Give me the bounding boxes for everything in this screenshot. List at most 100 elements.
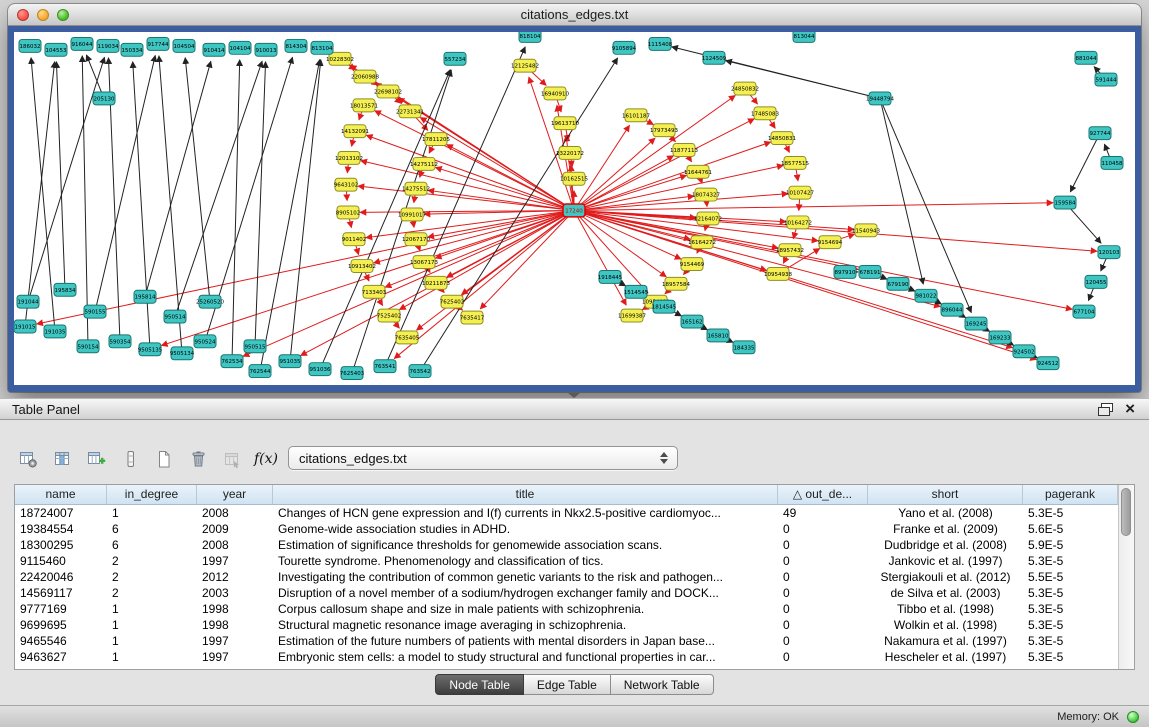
- graph-edge[interactable]: [185, 58, 210, 302]
- close-button[interactable]: [17, 9, 29, 21]
- graph-node[interactable]: 927744: [1089, 127, 1111, 140]
- table-row[interactable]: 911546021997Tourette syndrome. Phenomeno…: [15, 553, 1118, 569]
- graph-node[interactable]: 14850831: [768, 132, 796, 145]
- memory-status-icon[interactable]: [1127, 711, 1139, 723]
- graph-node[interactable]: 12164072: [694, 212, 722, 225]
- table-row[interactable]: 1938455462009Genome-wide association stu…: [15, 521, 1118, 537]
- graph-node[interactable]: 10162515: [560, 172, 588, 185]
- graph-node[interactable]: 18957432: [776, 244, 804, 257]
- graph-node[interactable]: 7625403: [340, 367, 365, 380]
- graph-node[interactable]: 120455: [1085, 275, 1107, 288]
- graph-node[interactable]: 17811205: [422, 133, 450, 146]
- graph-node[interactable]: 14275512: [402, 182, 430, 195]
- graph-edge[interactable]: [385, 47, 525, 366]
- graph-node[interactable]: 104104: [229, 41, 251, 54]
- graph-node[interactable]: 813104: [311, 41, 333, 54]
- graph-node[interactable]: 18074327: [692, 188, 720, 201]
- graph-node[interactable]: 916044: [71, 37, 93, 50]
- graph-node[interactable]: 1918445: [598, 270, 622, 283]
- close-icon[interactable]: ×: [1125, 402, 1135, 416]
- graph-node[interactable]: 881044: [1075, 51, 1097, 64]
- graph-node[interactable]: 24850832: [731, 82, 759, 95]
- graph-node[interactable]: 12125482: [511, 59, 539, 72]
- graph-node[interactable]: 104553: [45, 43, 67, 56]
- column-header-out_degree[interactable]: △ out_de...: [778, 485, 868, 504]
- graph-hub-node[interactable]: 17240: [563, 204, 585, 217]
- graph-node[interactable]: 910414: [203, 43, 225, 56]
- graph-node[interactable]: 591444: [1095, 73, 1117, 86]
- graph-edge[interactable]: [175, 61, 262, 316]
- graph-node[interactable]: 7635405: [395, 331, 419, 344]
- graph-node[interactable]: 19448794: [866, 92, 894, 105]
- graph-node[interactable]: 184335: [733, 341, 755, 354]
- tab-edge-table[interactable]: Edge Table: [524, 674, 611, 695]
- graph-node[interactable]: 150334: [121, 43, 143, 56]
- graph-edge[interactable]: [320, 70, 450, 369]
- graph-node[interactable]: 590154: [77, 340, 99, 353]
- graph-edge[interactable]: [56, 62, 65, 290]
- select-columns-icon[interactable]: [48, 445, 76, 473]
- graph-node[interactable]: 195814: [134, 290, 156, 303]
- graph-node[interactable]: 590354: [109, 335, 131, 348]
- graph-edge[interactable]: [260, 60, 320, 372]
- graph-edge[interactable]: [1070, 133, 1100, 192]
- graph-node[interactable]: 169233: [989, 331, 1011, 344]
- graph-edge[interactable]: [880, 98, 923, 284]
- graph-node[interactable]: 110458: [1101, 156, 1123, 169]
- graph-edge[interactable]: [574, 175, 687, 210]
- graph-node[interactable]: 14132091: [341, 125, 369, 138]
- graph-node[interactable]: 814304: [285, 39, 307, 52]
- graph-edge[interactable]: [375, 111, 574, 211]
- graph-edge[interactable]: [232, 60, 240, 361]
- scrollbar-thumb[interactable]: [1121, 488, 1131, 536]
- graph-node[interactable]: 119034: [97, 39, 119, 52]
- graph-node[interactable]: 677104: [1073, 305, 1095, 318]
- graph-node[interactable]: 1814545: [652, 300, 676, 313]
- graph-node[interactable]: 22731341: [396, 105, 424, 118]
- graph-node[interactable]: 910013: [255, 43, 277, 56]
- graph-edge[interactable]: [25, 62, 55, 327]
- tab-network-table[interactable]: Network Table: [611, 674, 714, 695]
- graph-edge[interactable]: [574, 210, 1013, 347]
- graph-node[interactable]: 7133403: [362, 285, 387, 298]
- graph-node[interactable]: 9154694: [818, 236, 843, 249]
- column-header-in_degree[interactable]: in_degree: [107, 485, 197, 504]
- table-row[interactable]: 1830029562008Estimation of significance …: [15, 537, 1118, 553]
- graph-node[interactable]: 1514545: [624, 285, 648, 298]
- new-document-icon[interactable]: [150, 445, 178, 473]
- table-row[interactable]: 1456911722003Disruption of a novel membe…: [15, 585, 1118, 601]
- graph-node[interactable]: 191044: [17, 295, 39, 308]
- graph-node[interactable]: 10913402: [348, 260, 376, 273]
- graph-node[interactable]: 191015: [14, 320, 36, 333]
- graph-node[interactable]: 950515: [244, 340, 266, 353]
- zoom-button[interactable]: [57, 9, 69, 21]
- graph-node[interactable]: 590155: [84, 305, 106, 318]
- minimize-button[interactable]: [37, 9, 49, 21]
- graph-edge[interactable]: [31, 58, 55, 332]
- vertical-scrollbar[interactable]: [1118, 485, 1134, 669]
- graph-node[interactable]: 12067170: [402, 233, 430, 246]
- graph-node[interactable]: 22060988: [351, 70, 379, 83]
- graph-node[interactable]: 9105894: [612, 41, 637, 54]
- graph-node[interactable]: 11540943: [852, 224, 880, 237]
- graph-node[interactable]: 9154469: [680, 258, 705, 271]
- graph-node[interactable]: 950524: [194, 335, 216, 348]
- graph-edge[interactable]: [574, 210, 1072, 309]
- graph-node[interactable]: 11699387: [618, 309, 646, 322]
- graph-edge[interactable]: [574, 203, 1053, 211]
- column-header-name[interactable]: name: [15, 485, 107, 504]
- graph-node[interactable]: 205130: [93, 92, 115, 105]
- graph-node[interactable]: 679190: [887, 277, 909, 290]
- graph-node[interactable]: 8905102: [336, 206, 360, 219]
- new-column-icon[interactable]: [82, 445, 110, 473]
- graph-node[interactable]: 9643102: [334, 178, 358, 191]
- graph-node[interactable]: 10164272: [784, 216, 812, 229]
- graph-node[interactable]: 813044: [793, 32, 815, 42]
- graph-node[interactable]: 10954938: [764, 267, 792, 280]
- table-row[interactable]: 1872400712008Changes of HCN gene express…: [15, 505, 1118, 521]
- graph-node[interactable]: 12013102: [335, 151, 363, 164]
- table-row[interactable]: 946554611997Estimation of the future num…: [15, 633, 1118, 649]
- graph-node[interactable]: 16940910: [541, 87, 569, 100]
- graph-node[interactable]: 186032: [19, 39, 41, 52]
- table-row[interactable]: 2242004622012Investigating the contribut…: [15, 569, 1118, 585]
